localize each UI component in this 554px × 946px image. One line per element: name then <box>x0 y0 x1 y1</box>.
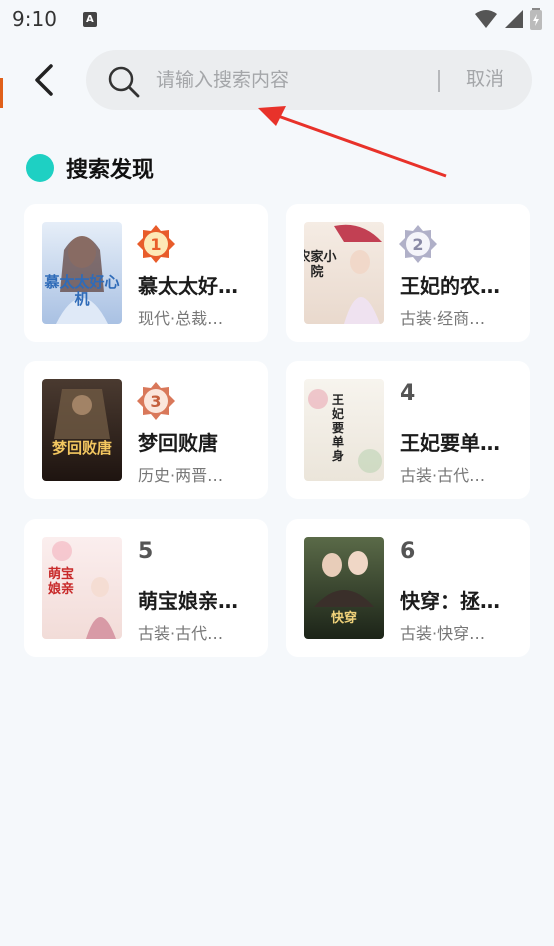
book-card[interactable]: 萌宝娘亲 5 萌宝娘亲… 古装·古代… <box>24 519 268 657</box>
book-card[interactable]: 快穿 6 快穿：拯… 古装·快穿… <box>286 519 530 657</box>
book-title: 梦回败唐 <box>138 431 218 455</box>
notification-icon: A <box>82 11 97 27</box>
wifi-icon <box>475 10 497 28</box>
book-tags: 古装·经商… <box>400 309 486 328</box>
book-title: 王妃的农… <box>400 274 500 298</box>
cover-figure-icon <box>54 389 110 439</box>
svg-text:2: 2 <box>412 235 423 254</box>
cover-title: 梦回败唐 <box>51 439 112 457</box>
search-input[interactable] <box>156 62 436 98</box>
book-cover: 农家小院 <box>304 222 384 324</box>
back-arrow-icon <box>35 64 53 96</box>
book-cover: 王妃要单身 <box>304 379 384 481</box>
rank-number: 6 <box>400 539 416 564</box>
book-cover: 梦回败唐 <box>42 379 122 481</box>
signal-icon <box>505 10 523 28</box>
cover-title: 萌宝娘亲 <box>47 567 74 597</box>
book-tags: 古装·快穿… <box>400 624 486 643</box>
book-title: 慕太太好… <box>138 274 238 298</box>
book-cover: 快穿 <box>304 537 384 639</box>
section-header: 搜索发现 <box>26 152 154 184</box>
battery-icon <box>530 8 542 30</box>
book-tags: 古装·古代… <box>400 466 486 485</box>
rank-2-badge-icon: 2 <box>399 225 437 263</box>
book-title: 王妃要单… <box>400 431 500 455</box>
search-divider <box>438 70 440 92</box>
cover-title: 农家小院 <box>304 250 337 280</box>
section-title: 搜索发现 <box>66 158 155 183</box>
book-tags: 现代·总裁… <box>138 309 224 328</box>
book-card[interactable]: 梦回败唐 3 梦回败唐 历史·两晋… <box>24 361 268 499</box>
back-button[interactable] <box>28 62 60 98</box>
cover-title: 快穿 <box>330 611 357 626</box>
rank-number: 5 <box>138 539 154 564</box>
book-card[interactable]: 慕太太好心机 1 慕太太好… 现代·总裁… <box>24 204 268 342</box>
status-bar: 9:10 A <box>0 0 554 38</box>
svg-text:3: 3 <box>150 392 161 411</box>
book-card[interactable]: 农家小院 2 王妃的农… 古装·经商… <box>286 204 530 342</box>
book-title: 快穿：拯… <box>400 589 500 613</box>
book-cover: 慕太太好心机 <box>42 222 122 324</box>
search-icon <box>108 66 140 98</box>
book-tags: 历史·两晋… <box>138 466 224 485</box>
rank-3-badge-icon: 3 <box>137 382 175 420</box>
section-dot-icon <box>26 154 54 182</box>
book-card[interactable]: 王妃要单身 4 王妃要单… 古装·古代… <box>286 361 530 499</box>
cancel-button[interactable]: 取消 <box>466 64 504 91</box>
cover-title: 慕太太好心机 <box>44 273 120 308</box>
book-title: 萌宝娘亲… <box>138 589 238 613</box>
status-time: 9:10 <box>12 7 57 31</box>
cover-title: 王妃要单身 <box>331 393 344 463</box>
rank-1-badge-icon: 1 <box>137 225 175 263</box>
svg-text:1: 1 <box>150 235 161 254</box>
status-icons <box>474 8 542 30</box>
book-tags: 古装·古代… <box>138 624 224 643</box>
rank-number: 4 <box>400 381 416 406</box>
book-cover: 萌宝娘亲 <box>42 537 122 639</box>
annotation-arrow <box>258 106 447 178</box>
